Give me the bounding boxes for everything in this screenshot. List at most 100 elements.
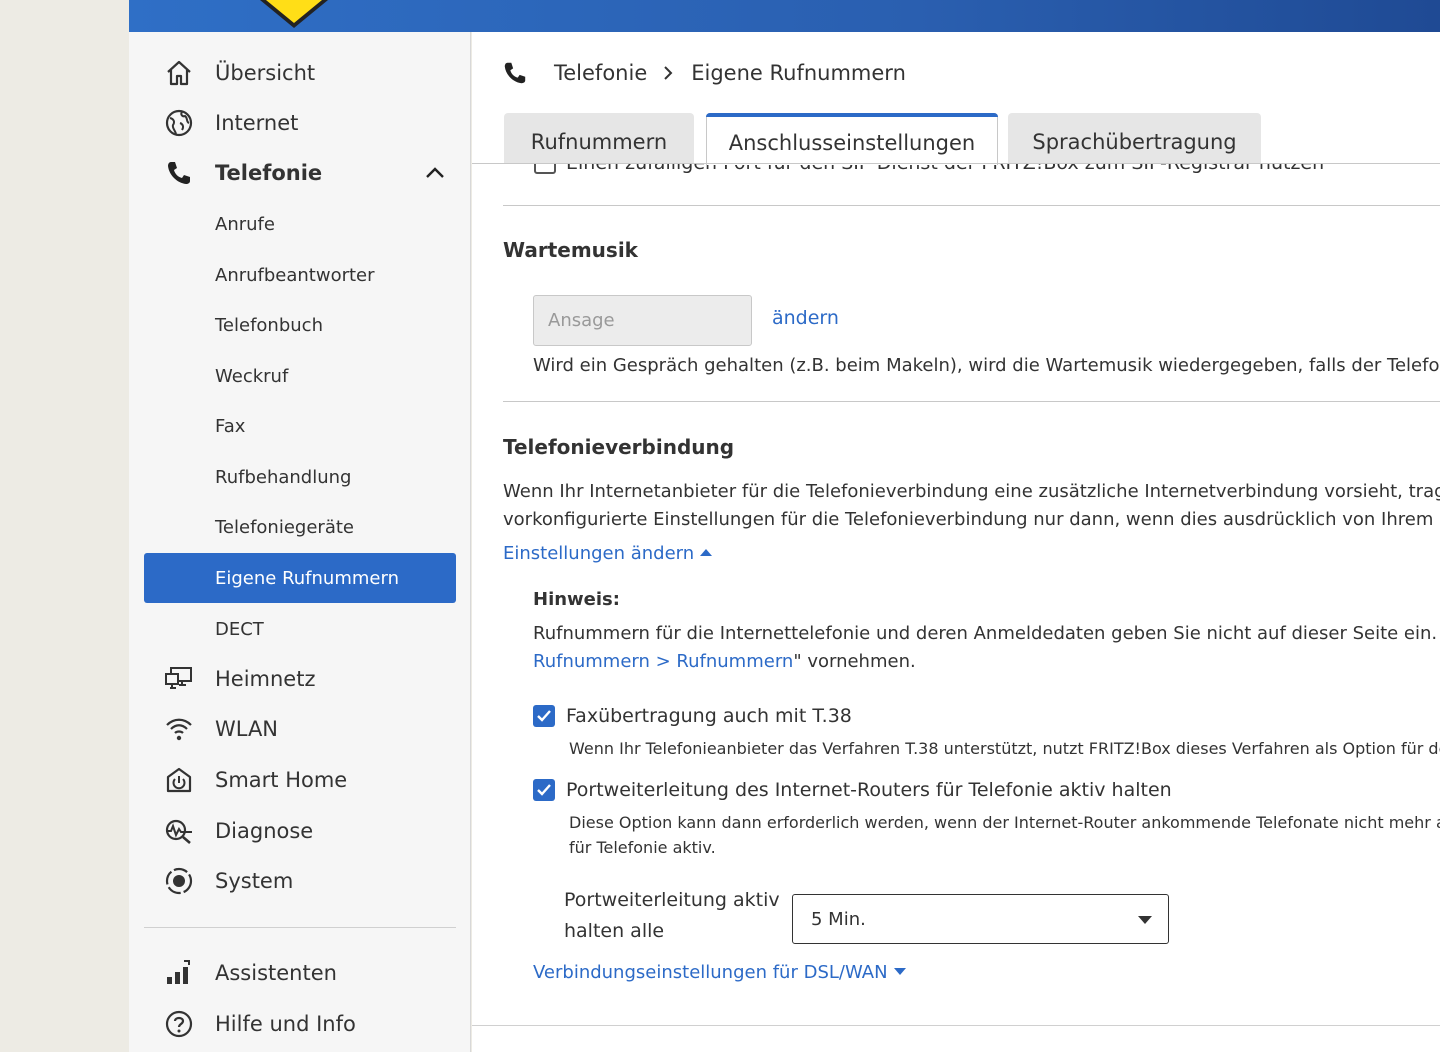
port-forward-row[interactable]: Portweiterleitung des Internet-Routers f… (533, 779, 1172, 801)
hint-title: Hinweis: (533, 589, 620, 610)
tab-rufnummern[interactable]: Rufnummern (504, 113, 694, 164)
diagnose-icon (164, 816, 194, 846)
port-forward-description-1: Diese Option kann dann erforderlich werd… (569, 813, 1440, 832)
sidebar-item-dect[interactable]: DECT (144, 604, 456, 654)
sidebar-item-diagnose[interactable]: Diagnose (144, 806, 456, 856)
sidebar-item-telefonbuch[interactable]: Telefonbuch (144, 300, 456, 350)
sidebar-item-label: Weckruf (215, 365, 289, 387)
sidebar: Übersicht Internet Telefonie Anrufe Anru… (129, 32, 471, 1052)
interval-select[interactable]: 5 Min. (792, 894, 1169, 944)
sidebar-item-label: Smart Home (215, 768, 348, 792)
sidebar-item-label: Anrufbeantworter (215, 264, 375, 286)
section-divider (503, 205, 1440, 206)
sidebar-item-label: Übersicht (215, 61, 316, 85)
telefonieverbindung-title: Telefonieverbindung (503, 435, 735, 459)
header-area: Telefonie Eigene Rufnummern Rufnummern A… (472, 32, 1440, 165)
breadcrumb-section[interactable]: Telefonie (554, 61, 647, 85)
sidebar-item-uebersicht[interactable]: Übersicht (144, 48, 456, 98)
sidebar-divider (144, 927, 456, 928)
section-divider (472, 1025, 1440, 1026)
sidebar-item-hilfe[interactable]: Hilfe und Info (144, 999, 456, 1049)
chevron-up-icon[interactable] (424, 162, 446, 184)
tab-anschlusseinstellungen[interactable]: Anschlusseinstellungen (706, 113, 998, 165)
breadcrumb-page: Eigene Rufnummern (691, 61, 906, 85)
sidebar-item-label: WLAN (215, 717, 279, 741)
sidebar-item-smart-home[interactable]: Smart Home (144, 755, 456, 805)
tab-sprachuebertragung[interactable]: Sprachübertragung (1008, 113, 1261, 164)
sidebar-item-anrufe[interactable]: Anrufe (144, 199, 456, 249)
sidebar-item-label: Eigene Rufnummern (215, 567, 399, 589)
home-icon (164, 58, 194, 88)
breadcrumb: Telefonie Eigene Rufnummern (502, 56, 906, 90)
dsl-settings-link[interactable]: Verbindungseinstellungen für DSL/WAN (533, 959, 906, 987)
sidebar-item-system[interactable]: System (144, 856, 456, 906)
hint-suffix: " vornehmen. (793, 651, 916, 672)
sidebar-item-wlan[interactable]: WLAN (144, 704, 456, 754)
sidebar-item-anrufbeantworter[interactable]: Anrufbeantworter (144, 250, 456, 300)
tab-label: Sprachübertragung (1032, 130, 1237, 154)
sidebar-item-label: Diagnose (215, 819, 314, 843)
sidebar-item-label: Hilfe und Info (215, 1012, 356, 1036)
sidebar-item-label: Telefonbuch (215, 314, 323, 336)
dsl-settings-label: Verbindungseinstellungen für DSL/WAN (533, 962, 888, 983)
sidebar-item-label: DECT (215, 618, 264, 640)
wartemusik-title: Wartemusik (503, 238, 638, 262)
fax-t38-row[interactable]: Faxübertragung auch mit T.38 (533, 705, 852, 727)
system-icon (164, 866, 194, 896)
sidebar-item-assistenten[interactable]: Assistenten (144, 948, 456, 998)
caret-down-icon (1138, 916, 1152, 924)
sidebar-item-label: Rufbehandlung (215, 466, 352, 488)
smart-home-icon (164, 765, 194, 795)
phone-icon (502, 58, 532, 88)
sidebar-item-label: Telefonie (215, 161, 323, 185)
hint-text-2: Rufnummern > Rufnummern" vornehmen. (533, 648, 916, 676)
tab-label: Rufnummern (530, 130, 668, 154)
chevron-right-icon (661, 65, 677, 81)
interval-label-line2: halten alle (564, 920, 665, 942)
sidebar-item-label: Assistenten (215, 961, 337, 985)
sidebar-item-internet[interactable]: Internet (144, 98, 456, 148)
sidebar-item-label: System (215, 869, 294, 893)
tab-divider (472, 163, 1440, 164)
fax-t38-checkbox[interactable] (533, 705, 555, 727)
sidebar-item-label: Fax (215, 415, 246, 437)
hint-link[interactable]: Rufnummern > Rufnummern (533, 651, 793, 672)
port-forward-description-2: für Telefonie aktiv. (569, 838, 716, 857)
help-icon (164, 1009, 194, 1039)
telefonieverbindung-description-2: vorkonfigurierte Einstellungen für die T… (503, 509, 1440, 530)
sidebar-item-fax[interactable]: Fax (144, 401, 456, 451)
fax-t38-label: Faxübertragung auch mit T.38 (566, 705, 852, 727)
interval-label-line1: Portweiterleitung aktiv (564, 889, 780, 911)
hint-text-1: Rufnummern für die Internettelefonie und… (533, 623, 1440, 644)
interval-label: Portweiterleitung aktiv halten alle (564, 885, 780, 947)
globe-icon (164, 108, 194, 138)
sidebar-item-telefonie[interactable]: Telefonie (144, 148, 456, 198)
hold-music-description: Wird ein Gespräch gehalten (z.B. beim Ma… (533, 355, 1440, 376)
interval-select-value: 5 Min. (811, 908, 866, 930)
port-forward-checkbox[interactable] (533, 779, 555, 801)
network-computer-icon (164, 664, 194, 694)
settings-toggle-link[interactable]: Einstellungen ändern (503, 540, 713, 568)
fritz-logo[interactable] (256, 0, 332, 30)
sidebar-item-rufbehandlung[interactable]: Rufbehandlung (144, 452, 456, 502)
port-forward-label: Portweiterleitung des Internet-Routers f… (566, 779, 1172, 801)
sidebar-item-weckruf[interactable]: Weckruf (144, 351, 456, 401)
sidebar-item-label: Heimnetz (215, 667, 316, 691)
section-divider (503, 401, 1440, 402)
sidebar-item-eigene-rufnummern[interactable]: Eigene Rufnummern (144, 553, 456, 603)
sidebar-item-label: Telefoniegeräte (215, 516, 354, 538)
sidebar-item-label: Anrufe (215, 213, 275, 235)
sidebar-item-telefoniegeraete[interactable]: Telefoniegeräte (144, 502, 456, 552)
telefonieverbindung-description-1: Wenn Ihr Internetanbieter für die Telefo… (503, 481, 1440, 502)
change-hold-music-link[interactable]: ändern (772, 307, 839, 329)
main-content: Einen zufälligen Port für den SIP-Dienst… (472, 32, 1440, 1052)
triangle-down-icon (893, 967, 906, 975)
background-gutter (0, 0, 129, 1052)
sidebar-item-label: Internet (215, 111, 299, 135)
checkmark-icon (537, 710, 551, 722)
sidebar-item-heimnetz[interactable]: Heimnetz (144, 654, 456, 704)
settings-toggle-label: Einstellungen ändern (503, 543, 695, 564)
wizard-icon (164, 958, 194, 988)
checkmark-icon (537, 784, 551, 796)
hold-music-input: Ansage (533, 295, 752, 346)
